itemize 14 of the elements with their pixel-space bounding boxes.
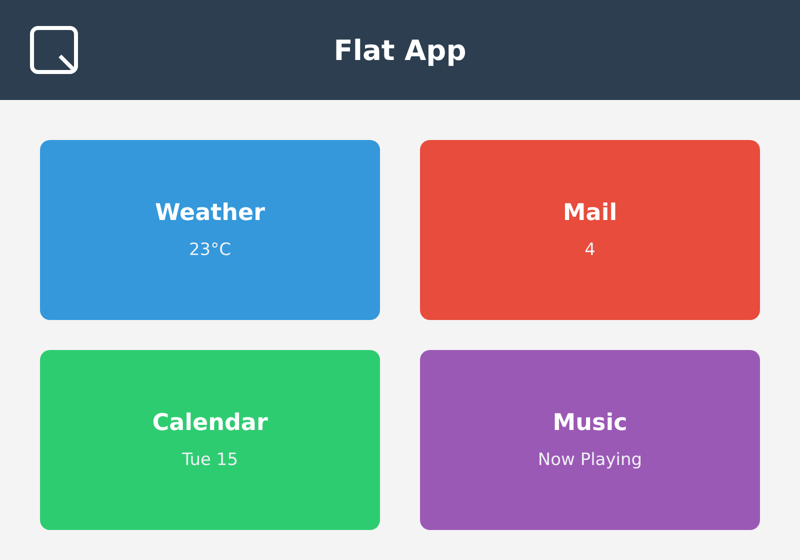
tile-subtitle: Now Playing (538, 450, 642, 470)
tile-title: Weather (155, 200, 265, 226)
tile[interactable]: Mail 4 (420, 140, 760, 320)
tile[interactable]: Weather 23°C (40, 140, 380, 320)
tile-subtitle: 4 (584, 240, 596, 260)
app-title: Flat App (334, 34, 466, 66)
tile-subtitle: Tue 15 (182, 450, 238, 470)
tile-title: Music (552, 410, 628, 436)
tile-title: Mail (562, 200, 618, 226)
tile[interactable]: Calendar Tue 15 (40, 350, 380, 530)
logo-icon (30, 26, 78, 74)
tile-title: Calendar (152, 410, 268, 436)
tile[interactable]: Music Now Playing (420, 350, 760, 530)
tile-subtitle: 23°C (188, 240, 231, 260)
